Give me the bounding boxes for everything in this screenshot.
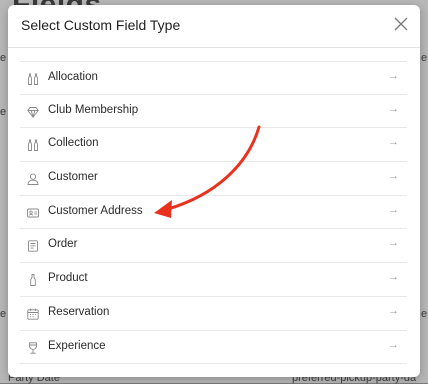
custom-field-type-modal: Select Custom Field Type Allocation → Cl… [8,5,420,377]
field-type-label: Club Membership [48,103,139,116]
field-type-label: Reservation [48,305,110,318]
field-type-label: Product [48,272,88,285]
bottle-icon [27,273,39,287]
modal-header: Select Custom Field Type [8,5,420,48]
wine-glass-icon [27,341,39,354]
field-type-collection[interactable]: Collection → [20,128,407,163]
field-type-label: Experience [48,339,106,352]
arrow-right-icon: → [388,271,399,284]
field-type-label: Customer Address [48,204,143,217]
field-type-reservation[interactable]: Reservation → [20,297,407,331]
field-type-customer[interactable]: Customer → [20,162,407,196]
background-fragment: e [421,52,428,64]
diamond-icon [27,105,39,119]
close-icon[interactable] [394,17,408,31]
field-type-label: Allocation [48,71,98,83]
bottles-icon [27,138,39,152]
arrow-right-icon: → [388,203,399,216]
field-type-label: Order [48,238,78,251]
arrow-right-icon: → [388,70,399,82]
field-type-club-membership[interactable]: Club Membership → [20,95,407,129]
field-type-list: Allocation → Club Membership → Collectio… [20,61,407,365]
address-card-icon [27,206,39,218]
field-type-order[interactable]: Order → [20,229,407,264]
receipt-icon [27,239,39,253]
modal-title: Select Custom Field Type [21,17,181,33]
user-icon [27,172,39,186]
field-type-experience[interactable]: Experience → [20,331,407,365]
arrow-right-icon: → [388,237,399,250]
arrow-right-icon: → [388,338,399,351]
field-type-label: Collection [48,137,99,150]
field-type-label: Customer [48,171,98,184]
background-fragment: e [421,308,428,320]
field-type-customer-address[interactable]: Customer Address → [20,196,407,230]
background-fragment: e [0,106,7,118]
arrow-right-icon: → [388,102,399,115]
arrow-right-icon: → [388,170,399,183]
calendar-icon [27,307,39,320]
arrow-right-icon: → [388,304,399,317]
field-type-product[interactable]: Product → [20,263,407,297]
background-fragment: e [0,308,7,320]
field-type-allocation[interactable]: Allocation → [20,61,407,95]
bottles-icon [27,72,39,85]
background-fragment: e [0,52,7,64]
arrow-right-icon: → [388,136,399,149]
